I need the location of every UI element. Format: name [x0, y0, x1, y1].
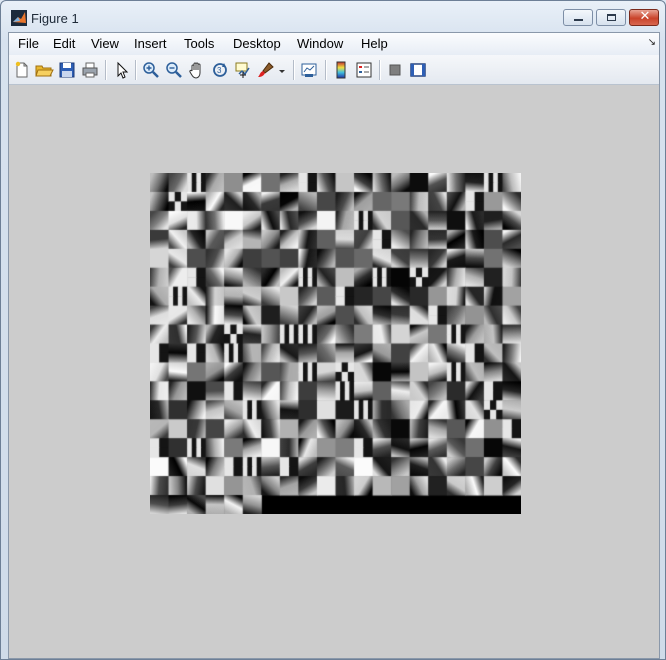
legend-icon[interactable] — [354, 60, 374, 80]
brush-dropdown-icon[interactable] — [277, 60, 287, 80]
new-figure-icon[interactable] — [12, 60, 32, 80]
link-plot-icon[interactable] — [299, 60, 319, 80]
figure-client-area: File Edit View Insert Tools Desktop Wind… — [8, 32, 660, 659]
toolbar-separator — [293, 60, 295, 80]
menu-tools[interactable]: Tools — [183, 36, 215, 51]
toolbar-separator — [325, 60, 327, 80]
toolbar-separator — [135, 60, 137, 80]
figure-toolbar: 3 — [9, 55, 659, 85]
colorbar-icon[interactable] — [331, 60, 351, 80]
menu-file[interactable]: File — [17, 36, 40, 51]
menu-window[interactable]: Window — [296, 36, 344, 51]
title-bar[interactable]: Figure 1 ✕ — [1, 1, 665, 33]
edit-plot-icon[interactable] — [112, 60, 132, 80]
menu-insert[interactable]: Insert — [133, 36, 168, 51]
menu-view[interactable]: View — [90, 36, 120, 51]
minimize-icon — [574, 19, 583, 21]
minimize-button[interactable] — [563, 9, 593, 26]
matlab-logo-icon — [11, 10, 27, 26]
image-axes[interactable] — [150, 173, 521, 514]
menu-bar: File Edit View Insert Tools Desktop Wind… — [9, 33, 659, 55]
menu-help[interactable]: Help — [360, 36, 389, 51]
print-icon[interactable] — [80, 60, 100, 80]
pan-icon[interactable] — [187, 60, 207, 80]
toolbar-separator — [379, 60, 381, 80]
window-title: Figure 1 — [31, 11, 79, 26]
maximize-button[interactable] — [596, 9, 626, 26]
figure-window: Figure 1 ✕ File Edit View Insert Tools D… — [0, 0, 666, 660]
rotate-3d-icon[interactable]: 3 — [210, 60, 230, 80]
filter-mosaic-image — [150, 173, 521, 514]
close-button[interactable]: ✕ — [629, 9, 659, 26]
open-file-icon[interactable] — [34, 60, 54, 80]
data-cursor-icon[interactable] — [233, 60, 253, 80]
show-plot-tools-icon[interactable] — [408, 60, 428, 80]
toolbar-separator — [105, 60, 107, 80]
brush-icon[interactable] — [256, 60, 276, 80]
menu-edit[interactable]: Edit — [52, 36, 76, 51]
close-icon: ✕ — [639, 9, 651, 24]
svg-text:3: 3 — [217, 66, 222, 75]
hide-plot-tools-icon[interactable] — [385, 60, 405, 80]
menu-desktop[interactable]: Desktop — [232, 36, 282, 51]
zoom-out-icon[interactable] — [164, 60, 184, 80]
save-icon[interactable] — [57, 60, 77, 80]
maximize-icon — [607, 14, 616, 21]
zoom-in-icon[interactable] — [141, 60, 161, 80]
dock-arrow-icon[interactable]: ↘ — [648, 37, 656, 48]
figure-canvas[interactable] — [9, 85, 659, 658]
